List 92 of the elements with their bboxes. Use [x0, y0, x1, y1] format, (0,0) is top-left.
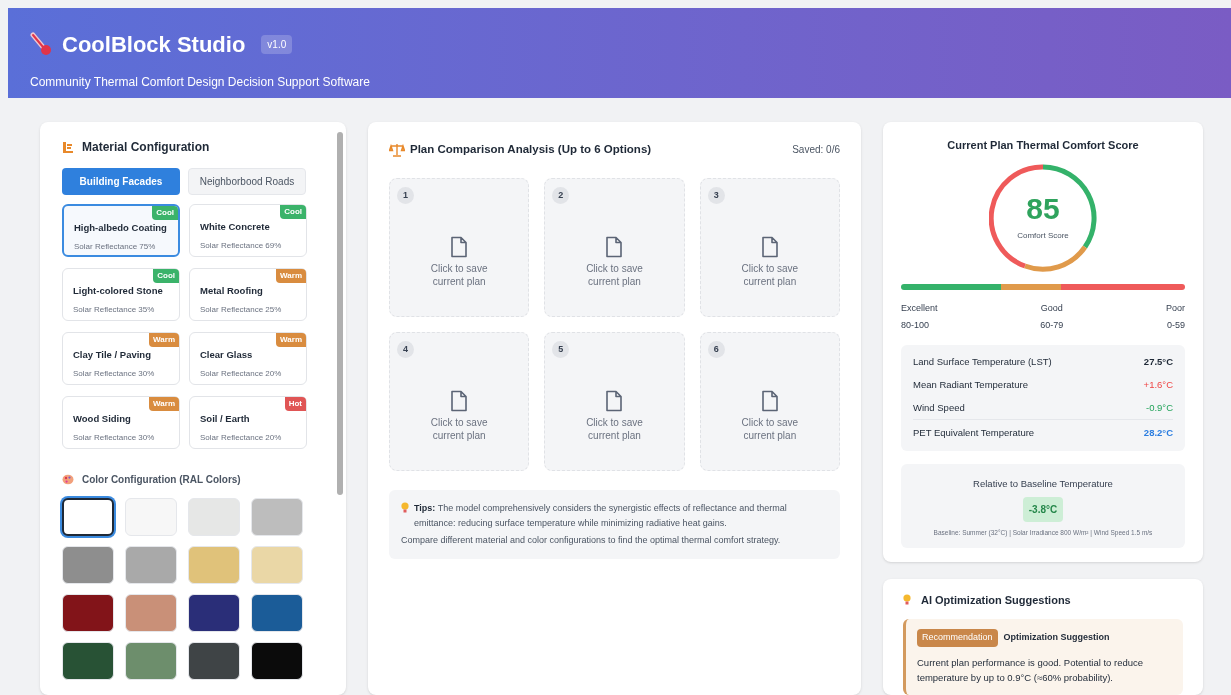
material-reflectance: Solar Reflectance 69% [200, 240, 283, 253]
plan-slot[interactable]: 1 Click to save current plan [389, 178, 530, 318]
material-name: Light-colored Stone [73, 284, 164, 298]
material-tag: Warm [276, 269, 306, 283]
material-tag: Warm [149, 397, 179, 411]
material-reflectance: Solar Reflectance 35% [73, 304, 156, 317]
slot-number: 1 [397, 187, 414, 205]
material-reflectance: Solar Reflectance 30% [73, 432, 156, 445]
material-reflectance: Solar Reflectance 25% [200, 304, 283, 317]
metric-label: Land Surface Temperature (LST) [913, 354, 1052, 369]
material-reflectance: Solar Reflectance 20% [200, 368, 283, 381]
panel-title: Plan Comparison Analysis (Up to 6 Options) [410, 142, 652, 157]
plan-slot[interactable]: 6 Click to save current plan [699, 332, 840, 472]
balance-scale-icon [389, 142, 405, 157]
material-name: High-albedo Coating [74, 221, 168, 235]
material-reflectance: Solar Reflectance 30% [73, 368, 156, 381]
color-swatch[interactable] [62, 498, 114, 536]
material-tag: Hot [284, 397, 306, 411]
range-value: 0-59 [1166, 319, 1185, 332]
document-icon [450, 389, 469, 412]
material-tag: Warm [149, 333, 179, 347]
material-name: Soil / Earth [200, 412, 251, 426]
material-card[interactable]: Warm Clay Tile / Paving Solar Reflectance 30% [62, 332, 180, 385]
panel-title: Material Configuration [82, 139, 210, 156]
material-card[interactable]: Hot Soil / Earth Solar Reflectance 20% [189, 396, 307, 449]
range-value: 80-100 [901, 319, 930, 332]
document-icon [605, 389, 624, 412]
document-icon [760, 235, 779, 258]
document-icon [760, 389, 779, 412]
material-card[interactable]: Warm Wood Siding Solar Reflectance 30% [62, 396, 180, 449]
material-card[interactable]: Warm Metal Roofing Solar Reflectance 25% [189, 268, 307, 321]
slot-number: 5 [552, 341, 570, 359]
slot-number: 6 [707, 341, 725, 359]
material-tag: Cool [280, 205, 306, 219]
document-icon [450, 235, 469, 258]
range-label: Poor [1165, 301, 1185, 315]
baseline-title: Relative to Baseline Temperature [973, 476, 1113, 491]
plan-slot[interactable]: 2 Click to save current plan [544, 178, 685, 318]
section-title: Color Configuration (RAL Colors) [82, 473, 241, 487]
material-tag: Warm [276, 333, 306, 347]
material-reflectance: Solar Reflectance 20% [200, 432, 283, 445]
material-reflectance: Solar Reflectance 75% [74, 241, 157, 254]
saved-count: Saved: 0/6 [792, 143, 840, 158]
score-value: 85 [1026, 193, 1060, 224]
panel-title: AI Optimization Suggestions [921, 592, 1071, 608]
material-tab[interactable]: Building Facades [62, 168, 180, 195]
scrollbar[interactable] [337, 132, 343, 495]
metric-value: 28.2°C [1143, 426, 1173, 441]
plan-slot[interactable]: 4 Click to save current plan [389, 332, 530, 472]
material-name: White Concrete [200, 220, 271, 234]
range-label: Excellent [901, 301, 938, 315]
metric-value: 27.5°C [1143, 354, 1173, 369]
range-label: Good [1040, 301, 1063, 315]
lightbulb-icon [401, 502, 409, 515]
material-name: Clear Glass [200, 348, 254, 362]
metric-value: +1.6°C [1143, 377, 1173, 392]
material-card[interactable]: Cool White Concrete Solar Reflectance 69% [189, 204, 307, 257]
metric-label: Wind Speed [913, 401, 965, 415]
material-name: Metal Roofing [200, 284, 264, 298]
document-icon [605, 235, 624, 258]
material-name: Wood Siding [73, 412, 132, 426]
material-name: Clay Tile / Paving [73, 348, 152, 362]
score-caption: Comfort Score [1017, 229, 1069, 242]
material-card[interactable]: Cool High-albedo Coating Solar Reflectance 75% [62, 204, 180, 257]
metric-label: PET Equivalent Temperature [913, 426, 1035, 441]
lightbulb-icon [903, 593, 911, 606]
plan-slot[interactable]: 5 Click to save current plan [544, 332, 685, 472]
slot-number: 2 [552, 187, 570, 205]
palette-icon [62, 474, 74, 485]
recommendation-badge: Recommendation [917, 629, 998, 647]
thermometer-icon [30, 31, 54, 58]
metric-value: -0.9°C [1145, 401, 1173, 415]
version-badge: v1.0 [261, 35, 293, 54]
delta-badge: -3.8°C [1022, 496, 1064, 522]
panel-title: Current Plan Thermal Comfort Score [947, 138, 1139, 153]
slot-number: 4 [397, 341, 414, 359]
material-tag: Cool [152, 206, 178, 220]
tips-text: Tips: The model comprehensively considers the synergistic effects of reflectance and thermal emittance: reducing surface temperature while minimizing radiative heat gains. [414, 502, 788, 531]
suggestion-text: Current plan performance is good. Potential to reduce temperature by up to 0.9°C (≈60% probability). [917, 655, 1145, 685]
slot-number: 3 [707, 187, 725, 205]
material-card[interactable]: Warm Clear Glass Solar Reflectance 20% [189, 332, 307, 385]
material-tag: Cool [153, 269, 179, 283]
app-subtitle: Community Thermal Comfort Design Decision Support Software [30, 74, 371, 91]
app-title: CoolBlock Studio [62, 31, 246, 59]
material-tab[interactable]: Neighborbood Roads [188, 168, 306, 195]
metric-label: Mean Radiant Temperature [913, 377, 1028, 392]
block-icon [62, 140, 74, 154]
range-value: 60-79 [1040, 319, 1064, 332]
tips-text: Compare different material and color configurations to find the optimal thermal comfort strategy. [401, 534, 781, 548]
material-card[interactable]: Cool Light-colored Stone Solar Reflectance 35% [62, 268, 180, 321]
plan-slot[interactable]: 3 Click to save current plan [699, 178, 840, 318]
suggestion-heading: Optimization Suggestion [1003, 631, 1110, 644]
